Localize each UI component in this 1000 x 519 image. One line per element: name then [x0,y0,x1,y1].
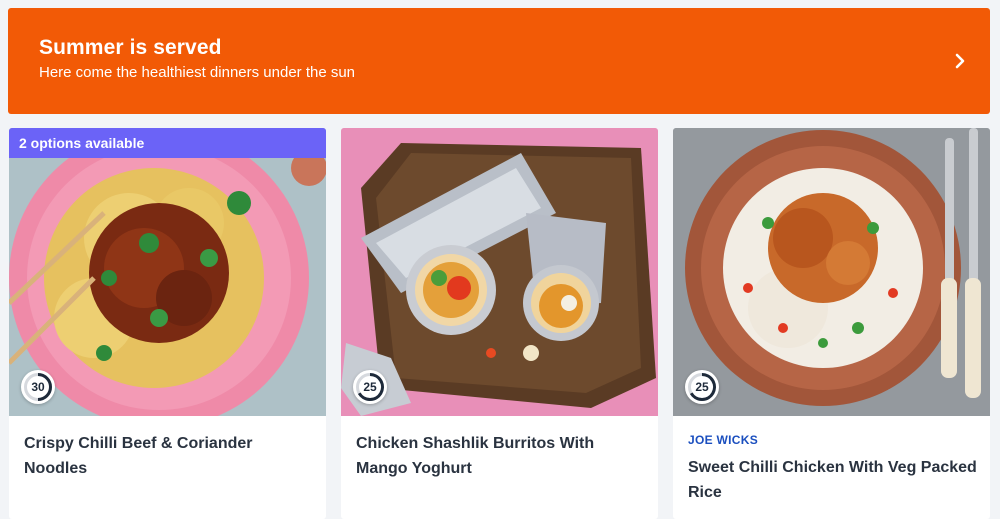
banner-title: Summer is served [39,36,222,59]
chicken-rice-dish-image [673,128,990,416]
cook-time-badge: 25 [353,370,387,404]
options-available-badge: 2 options available [9,128,326,158]
recipe-title[interactable]: Chicken Shashlik Burritos With Mango Yog… [356,431,646,481]
cook-time-badge: 25 [685,370,719,404]
burrito-dish-image [341,128,658,416]
recipe-brand[interactable]: JOE WICKS [688,433,758,447]
chevron-right-icon[interactable] [952,51,968,71]
recipe-title[interactable]: Crispy Chilli Beef & Coriander Noodles [24,431,314,481]
recipe-image[interactable]: 25 [341,128,658,416]
noodles-dish-image [9,128,326,416]
cook-time-value: 25 [363,380,377,394]
banner-subtitle: Here come the healthiest dinners under t… [39,64,356,81]
cook-time-value: 30 [31,380,45,394]
recipe-title[interactable]: Sweet Chilli Chicken With Veg Packed Ric… [688,455,978,505]
cook-time-badge: 30 [21,370,55,404]
recipe-cards: 2 options available 30 Crispy Chilli Bee… [0,128,1000,519]
recipe-card[interactable]: 25 JOE WICKS Sweet Chilli Chicken With V… [673,128,990,519]
summer-banner[interactable]: Summer is served Here come the healthies… [8,8,990,114]
recipe-card[interactable]: 25 Chicken Shashlik Burritos With Mango … [341,128,658,519]
recipe-image[interactable]: 2 options available 30 [9,128,326,416]
recipe-card[interactable]: 2 options available 30 Crispy Chilli Bee… [9,128,326,519]
cook-time-value: 25 [695,380,709,394]
recipe-image[interactable]: 25 [673,128,990,416]
